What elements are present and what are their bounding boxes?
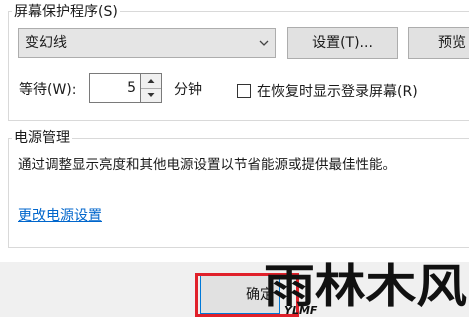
screensaver-group-label: 屏幕保护程序(S): [12, 3, 120, 21]
wait-minutes-value: 5: [127, 80, 136, 96]
settings-button[interactable]: 设置(T)...: [287, 27, 398, 59]
chevron-down-icon: [259, 40, 269, 46]
power-description: 通过调整显示亮度和其他电源设置以节省能源或提供最佳性能。: [18, 157, 396, 173]
change-power-settings-link[interactable]: 更改电源设置: [18, 207, 102, 225]
wait-minutes-input[interactable]: 5: [89, 73, 141, 103]
resume-login-checkbox[interactable]: [237, 84, 251, 98]
spin-up-button[interactable]: [141, 74, 161, 89]
screensaver-dropdown-value: 变幻线: [25, 35, 67, 51]
triangle-down-icon: [147, 93, 155, 97]
watermark-sub-text: YLMF: [284, 304, 318, 317]
power-group-label: 电源管理: [12, 129, 72, 147]
wait-label: 等待(W):: [19, 82, 77, 98]
power-group: [8, 138, 469, 248]
preview-button[interactable]: 预览: [408, 27, 469, 59]
spin-down-button[interactable]: [141, 88, 161, 102]
wait-unit-label: 分钟: [174, 82, 202, 98]
resume-login-label[interactable]: 在恢复时显示登录屏幕(R): [257, 83, 418, 101]
wait-spinner: [141, 73, 162, 103]
screensaver-dropdown[interactable]: 变幻线: [18, 28, 276, 58]
triangle-up-icon: [147, 79, 155, 83]
ylmf-watermark-logo: 雨林木风 YLMF: [264, 262, 467, 317]
